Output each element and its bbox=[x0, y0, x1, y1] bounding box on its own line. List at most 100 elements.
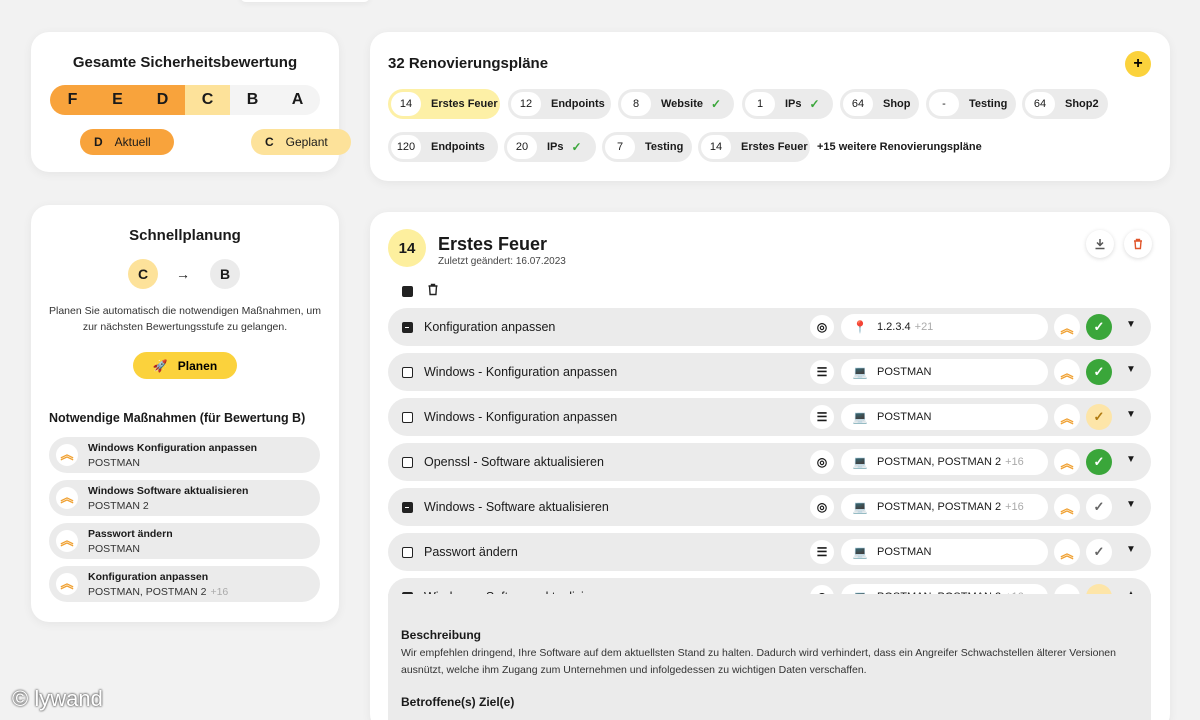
row-checkbox[interactable] bbox=[402, 367, 413, 378]
grade-e: E bbox=[95, 85, 140, 115]
arrow-right-icon: → bbox=[176, 266, 190, 282]
current-label: Aktuell bbox=[114, 135, 151, 149]
plan-tag-count: - bbox=[929, 92, 959, 116]
needed-action-item[interactable]: ︽ Passwort ändern POSTMAN bbox=[49, 523, 320, 559]
row-target-text: POSTMAN, POSTMAN 2 bbox=[877, 456, 1002, 468]
plan-tag[interactable]: - Testing bbox=[926, 89, 1016, 119]
expand-icon[interactable]: ▼ bbox=[1126, 319, 1136, 330]
select-all-checkbox[interactable] bbox=[402, 286, 413, 297]
row-target-text: POSTMAN, POSTMAN 2 bbox=[877, 501, 1002, 513]
download-button[interactable] bbox=[1086, 230, 1114, 258]
list-icon[interactable]: ☰ bbox=[810, 360, 834, 384]
status-button[interactable]: ✓ bbox=[1086, 539, 1112, 565]
row-target[interactable]: 💻 POSTMAN bbox=[841, 359, 1048, 385]
bulk-delete-icon[interactable] bbox=[427, 283, 439, 299]
plan-tag-label: Testing bbox=[969, 98, 1008, 110]
watermark: © lywand bbox=[12, 686, 103, 711]
add-plan-button[interactable]: + bbox=[1125, 51, 1151, 77]
needed-action-item[interactable]: ︽ Konfiguration anpassen POSTMAN, POSTMA… bbox=[49, 566, 320, 602]
row-target[interactable]: 💻 POSTMAN bbox=[841, 404, 1048, 430]
check-icon: ✓ bbox=[571, 140, 582, 154]
grade-scale: F E D C B A bbox=[50, 85, 320, 115]
plan-tag[interactable]: 20 IPs ✓ bbox=[504, 132, 596, 162]
row-target[interactable]: 💻 POSTMAN bbox=[841, 539, 1048, 565]
needed-action-item[interactable]: ︽ Windows Software aktualisieren POSTMAN… bbox=[49, 480, 320, 516]
expand-icon[interactable]: ▼ bbox=[1126, 409, 1136, 420]
row-checkbox[interactable] bbox=[402, 457, 413, 468]
trash-icon bbox=[1134, 238, 1142, 250]
needed-action-target: POSTMAN bbox=[88, 457, 140, 469]
plan-tag-count: 1 bbox=[745, 92, 775, 116]
plan-last-modified: Zuletzt geändert: 16.07.2023 bbox=[438, 256, 566, 267]
action-row[interactable]: Konfiguration anpassen ◎ 📍 1.2.3.4 +21 ︽ ✓ ▼ bbox=[388, 308, 1151, 346]
plan-tag[interactable]: 7 Testing bbox=[602, 132, 692, 162]
priority-high-icon: ︽ bbox=[1054, 449, 1080, 475]
status-button[interactable]: ✓ bbox=[1086, 494, 1112, 520]
row-label: Windows - Konfiguration anpassen bbox=[424, 410, 618, 424]
affected-targets-title: Betroffene(s) Ziel(e) bbox=[401, 695, 515, 709]
laptop-icon: 💻 bbox=[852, 410, 868, 424]
scan-icon[interactable]: ◎ bbox=[810, 450, 834, 474]
current-grade: D bbox=[94, 135, 103, 149]
plans-title: 32 Renovierungspläne bbox=[388, 55, 549, 72]
needed-action-target: POSTMAN 2 bbox=[88, 500, 149, 512]
status-button[interactable]: ✓ bbox=[1086, 359, 1112, 385]
plan-tag-label: IPs bbox=[785, 98, 802, 110]
action-row[interactable]: Windows - Konfiguration anpassen ☰ 💻 POSTMA… bbox=[388, 353, 1151, 391]
row-checkbox[interactable] bbox=[402, 547, 413, 558]
plan-tag-label: Testing bbox=[645, 141, 684, 153]
plan-tag[interactable]: 120 Endpoints bbox=[388, 132, 498, 162]
expanded-detail-panel: Beschreibung Wir empfehlen dringend, Ihr… bbox=[388, 594, 1151, 720]
laptop-icon: 💻 bbox=[852, 455, 868, 469]
rating-title: Gesamte Sicherheitsbewertung bbox=[72, 54, 298, 71]
expand-icon[interactable]: ▼ bbox=[1126, 499, 1136, 510]
action-row[interactable]: Openssl - Software aktualisieren ◎ 💻 POSTMA… bbox=[388, 443, 1151, 481]
plan-button[interactable]: 🚀 Planen bbox=[133, 352, 237, 379]
list-icon[interactable]: ☰ bbox=[810, 540, 834, 564]
needed-action-title: Windows Software aktualisieren bbox=[88, 485, 249, 497]
row-target[interactable]: 💻 POSTMAN, POSTMAN 2+16 bbox=[841, 449, 1048, 475]
row-target-text: 1.2.3.4 bbox=[877, 321, 911, 333]
from-grade: C bbox=[128, 259, 158, 289]
delete-plan-button[interactable] bbox=[1124, 230, 1152, 258]
planned-grade-badge: C Geplant bbox=[251, 129, 351, 155]
needed-action-item[interactable]: ︽ Windows Konfiguration anpassen POSTMAN bbox=[49, 437, 320, 473]
plan-tag[interactable]: 14 Erstes Feuer bbox=[388, 89, 500, 119]
more-plans-link[interactable]: +15 weitere Renovierungspläne bbox=[817, 141, 982, 153]
status-button[interactable]: ✓ bbox=[1086, 314, 1112, 340]
plan-tag[interactable]: 8 Website ✓ bbox=[618, 89, 734, 119]
expand-icon[interactable]: ▼ bbox=[1126, 364, 1136, 375]
status-button[interactable]: ✓ bbox=[1086, 449, 1112, 475]
expand-icon[interactable]: ▼ bbox=[1126, 544, 1136, 555]
scan-icon[interactable]: ◎ bbox=[810, 495, 834, 519]
planned-grade: C bbox=[265, 135, 274, 149]
plan-tag-label: Endpoints bbox=[431, 141, 485, 153]
expand-icon[interactable]: ▼ bbox=[1126, 454, 1136, 465]
action-row[interactable]: Windows - Konfiguration anpassen ☰ 💻 POSTMA… bbox=[388, 398, 1151, 436]
plan-tag-label: Endpoints bbox=[551, 98, 605, 110]
list-icon[interactable]: ☰ bbox=[810, 405, 834, 429]
top-panel-edge bbox=[240, 0, 370, 2]
action-row[interactable]: Passwort ändern ☰ 💻 POSTMAN ︽ ✓ ▼ bbox=[388, 533, 1151, 571]
row-target[interactable]: 💻 POSTMAN, POSTMAN 2+16 bbox=[841, 494, 1048, 520]
plan-tag[interactable]: 14 Erstes Feuer bbox=[698, 132, 810, 162]
priority-high-icon: ︽ bbox=[1054, 404, 1080, 430]
laptop-icon: 💻 bbox=[852, 365, 868, 379]
row-checkbox[interactable] bbox=[402, 412, 413, 423]
row-label: Windows - Konfiguration anpassen bbox=[424, 365, 618, 379]
plan-tag-count: 12 bbox=[511, 92, 541, 116]
action-row[interactable]: Windows - Software aktualisieren ◎ 💻 POSTMA… bbox=[388, 488, 1151, 526]
plan-tag[interactable]: 12 Endpoints bbox=[508, 89, 611, 119]
status-button[interactable]: ✓ bbox=[1086, 404, 1112, 430]
grade-b: B bbox=[230, 85, 275, 115]
plan-tag[interactable]: 64 Shop2 bbox=[1022, 89, 1108, 119]
plan-title: Erstes Feuer bbox=[438, 234, 548, 254]
plan-tag[interactable]: 64 Shop bbox=[840, 89, 919, 119]
row-target[interactable]: 📍 1.2.3.4 +21 bbox=[841, 314, 1048, 340]
plan-tag[interactable]: 1 IPs ✓ bbox=[742, 89, 833, 119]
row-label: Passwort ändern bbox=[424, 545, 518, 559]
row-checkbox[interactable] bbox=[402, 322, 413, 333]
row-target-extra: +16 bbox=[1005, 456, 1024, 468]
row-checkbox[interactable] bbox=[402, 502, 413, 513]
scan-icon[interactable]: ◎ bbox=[810, 315, 834, 339]
